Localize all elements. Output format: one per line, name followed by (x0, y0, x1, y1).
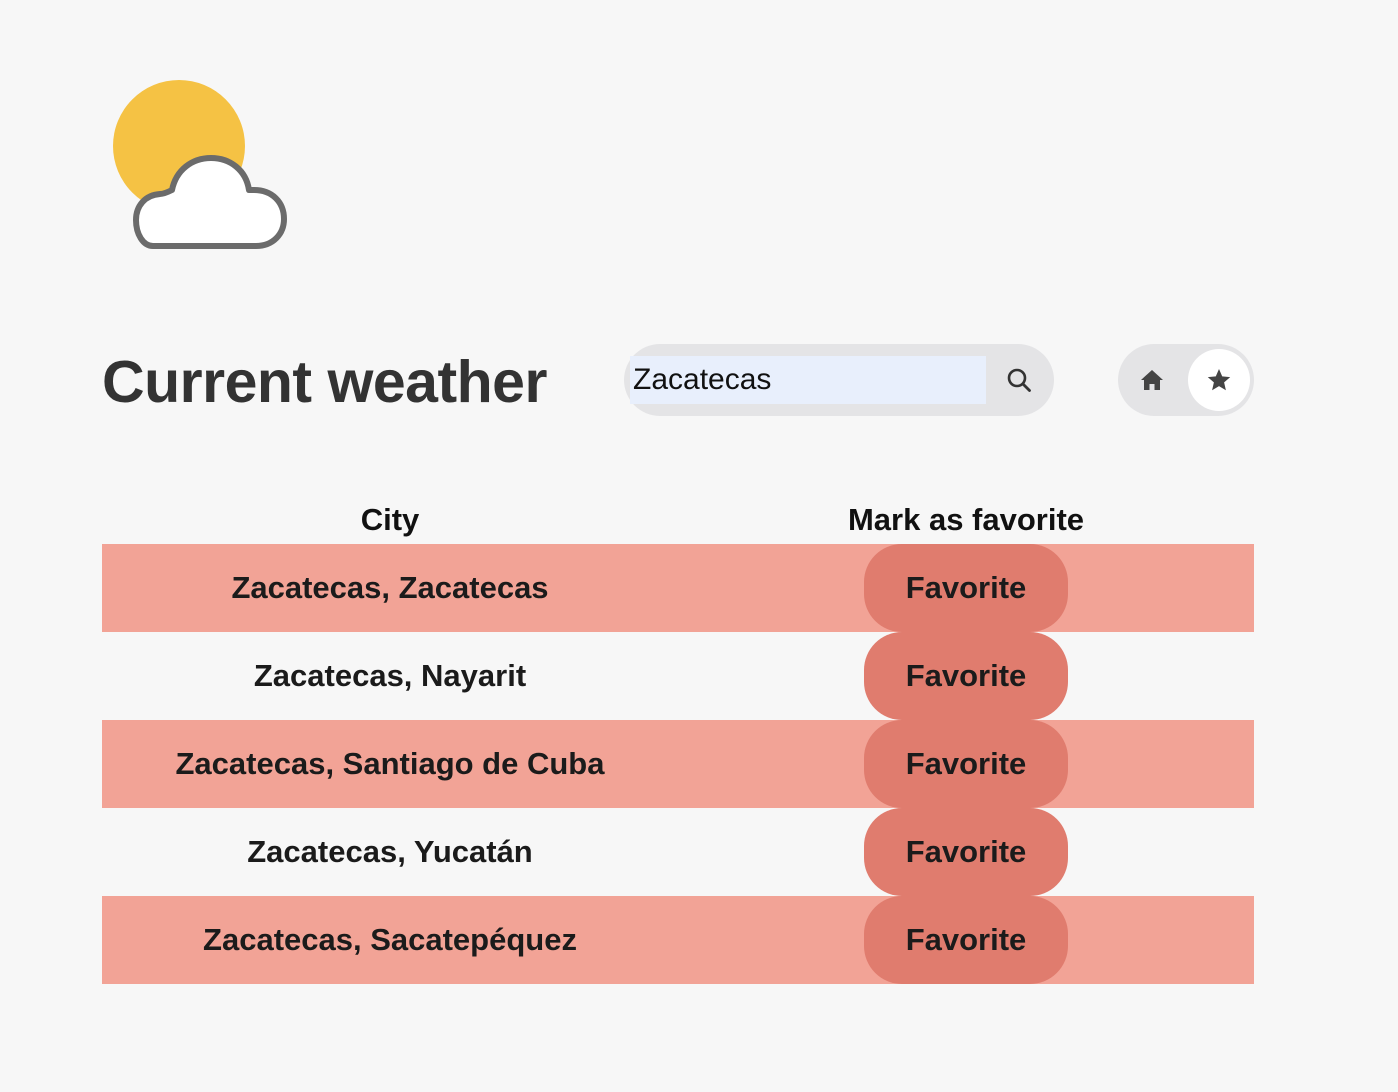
table-row: Zacatecas, Zacatecas Favorite (102, 544, 1254, 632)
favorite-cell: Favorite (678, 544, 1254, 632)
page-title: Current weather (102, 349, 547, 415)
city-cell: Zacatecas, Santiago de Cuba (102, 720, 678, 808)
favorite-button[interactable]: Favorite (864, 544, 1068, 632)
favorite-cell: Favorite (678, 896, 1254, 984)
favorite-button[interactable]: Favorite (864, 720, 1068, 808)
city-cell: Zacatecas, Sacatepéquez (102, 896, 678, 984)
table-row: Zacatecas, Yucatán Favorite (102, 808, 1254, 896)
table-row: Zacatecas, Sacatepéquez Favorite (102, 896, 1254, 984)
favorites-toggle-button[interactable] (1188, 349, 1250, 411)
city-cell: Zacatecas, Zacatecas (102, 544, 678, 632)
search-button[interactable] (998, 358, 1040, 402)
star-icon (1207, 369, 1231, 391)
search-bar (624, 344, 1054, 416)
home-toggle-button[interactable] (1130, 358, 1174, 402)
favorite-cell: Favorite (678, 720, 1254, 808)
city-cell: Zacatecas, Nayarit (253, 658, 527, 693)
favorite-button[interactable]: Favorite (864, 632, 1068, 720)
favorite-cell: Favorite (678, 632, 1254, 720)
favorite-button[interactable]: Favorite (864, 896, 1068, 984)
search-input[interactable] (630, 356, 986, 404)
results-table: City Mark as favorite Zacatecas, Zacatec… (102, 496, 1254, 984)
city-cell: Zacatecas, Yucatán (247, 834, 533, 869)
table-header-row: City Mark as favorite (102, 496, 1254, 544)
column-header-favorite: Mark as favorite (847, 502, 1085, 537)
search-icon (1007, 368, 1031, 392)
column-header-city: City (360, 502, 420, 537)
favorite-cell: Favorite (678, 808, 1254, 896)
view-toggle (1118, 344, 1254, 416)
favorite-button[interactable]: Favorite (864, 808, 1068, 896)
partly-cloudy-icon (113, 80, 287, 249)
table-row: Zacatecas, Nayarit Favorite (102, 632, 1254, 720)
home-icon (1141, 370, 1163, 390)
table-row: Zacatecas, Santiago de Cuba Favorite (102, 720, 1254, 808)
